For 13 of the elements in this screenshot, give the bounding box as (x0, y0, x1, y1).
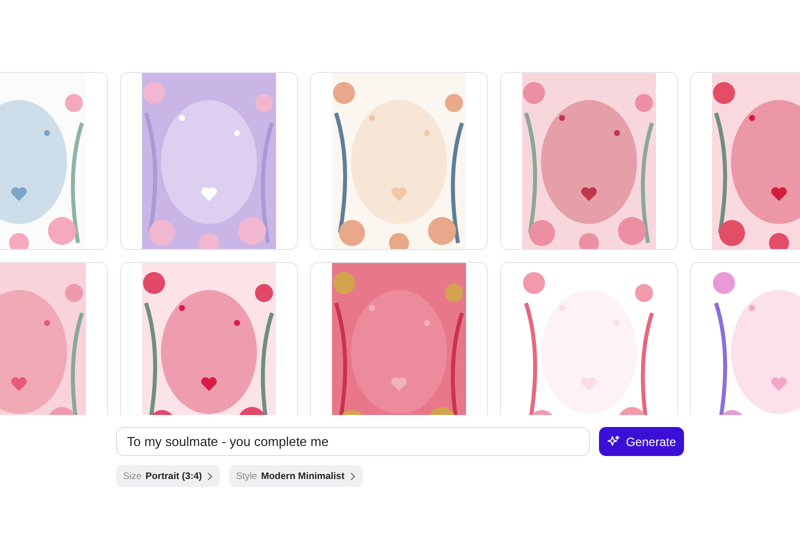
design-card[interactable] (500, 72, 678, 250)
design-card[interactable] (310, 262, 488, 415)
chevron-right-icon (348, 472, 356, 480)
option-chip[interactable]: Size Portrait (3:4) (116, 465, 220, 487)
chevron-right-icon (206, 472, 213, 480)
design-card[interactable] (120, 262, 298, 415)
design-card[interactable] (500, 262, 678, 415)
generate-button[interactable]: Generate (599, 427, 684, 456)
prompt-field[interactable]: To my soulmate - you complete me (116, 427, 590, 456)
design-card[interactable] (310, 72, 488, 250)
design-card[interactable] (120, 72, 298, 250)
option-chip[interactable]: Style Modern Minimalist (228, 465, 362, 487)
sparkle-icon (606, 435, 620, 448)
